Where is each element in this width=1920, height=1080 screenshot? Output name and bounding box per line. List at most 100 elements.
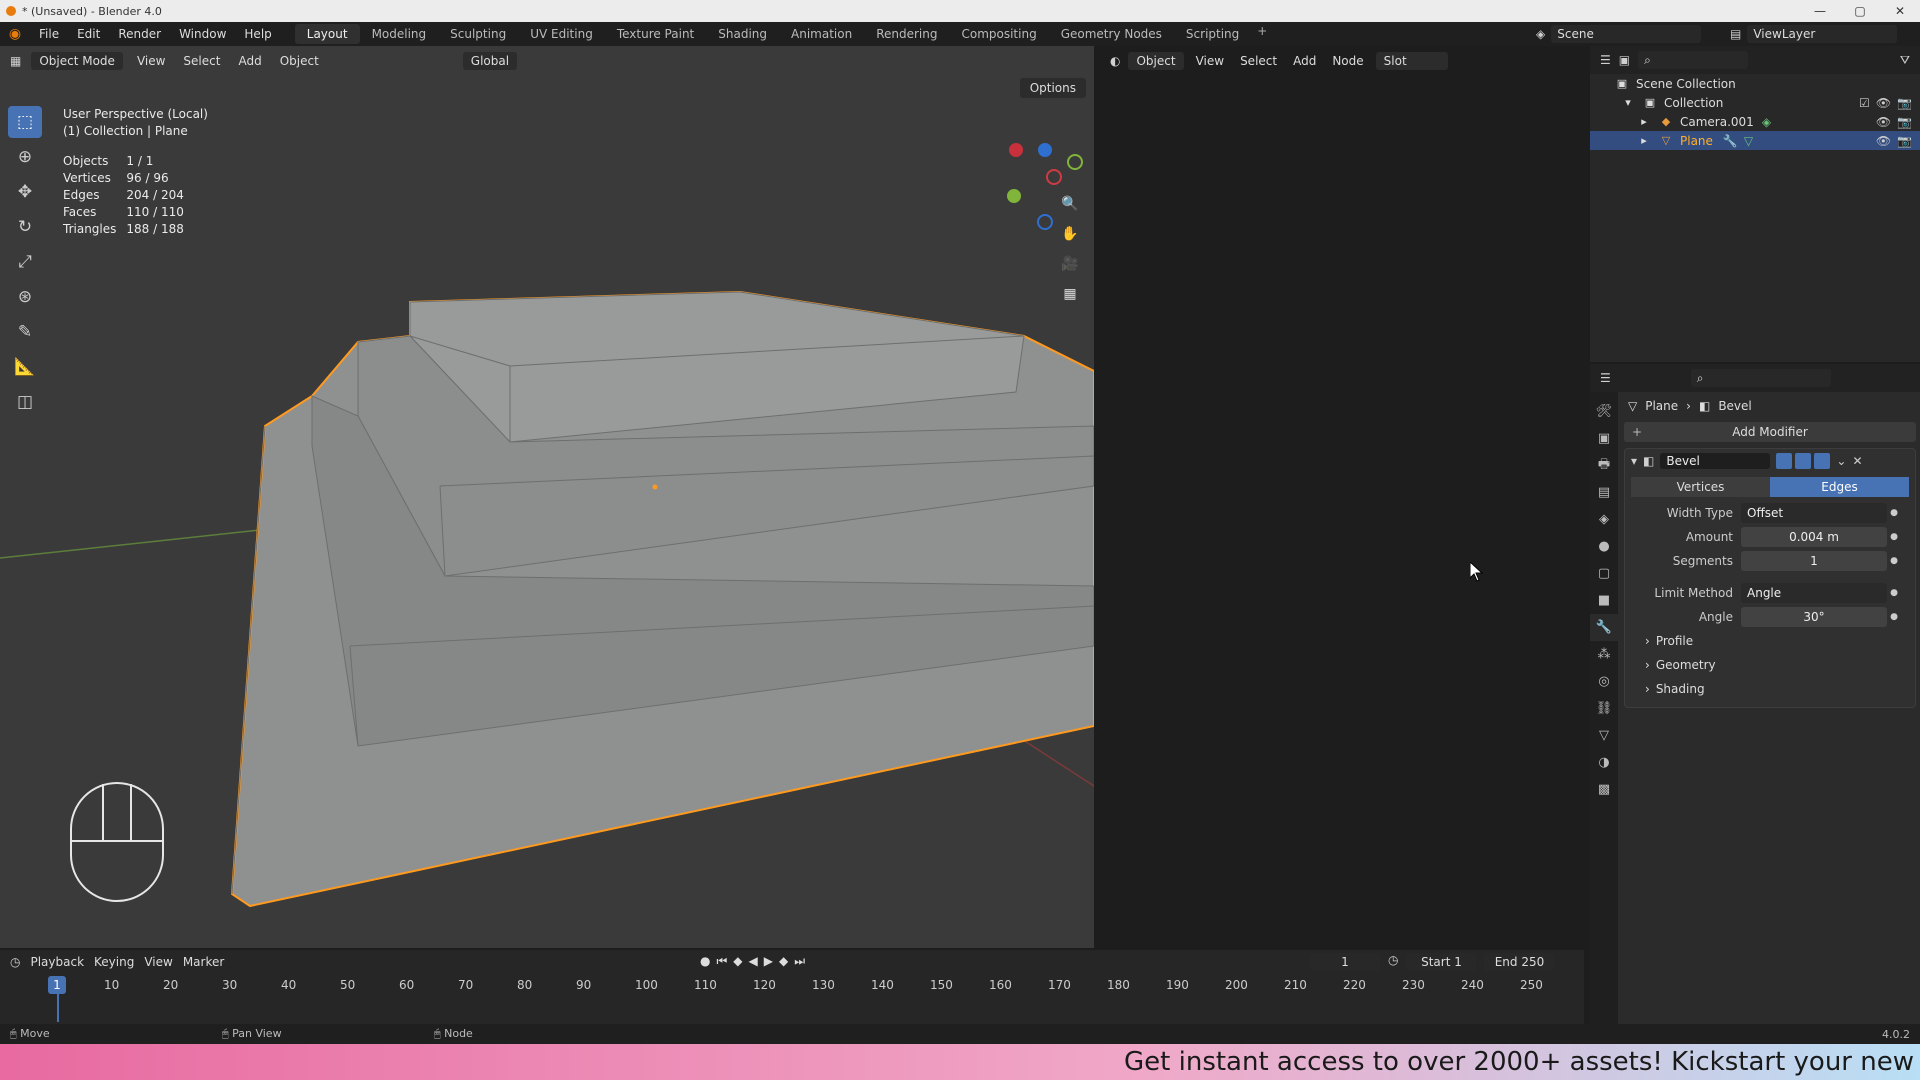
collapse-chevron-icon[interactable]: ▾ <box>1631 454 1637 468</box>
camera-view-icon[interactable]: 🎥 <box>1058 252 1082 276</box>
texture-tab-icon[interactable]: ▩ <box>1590 776 1618 803</box>
orientation-dropdown[interactable]: Global <box>462 52 518 70</box>
start-frame-field[interactable]: Start 1 <box>1406 953 1477 971</box>
prev-keyframe-icon[interactable]: ◆ <box>733 954 742 969</box>
tab-compositing[interactable]: Compositing <box>949 24 1048 44</box>
geometry-subpanel[interactable]: › Geometry <box>1625 653 1915 677</box>
material-tab-icon[interactable]: ◑ <box>1590 749 1618 776</box>
amount-field[interactable]: 0.004 m <box>1741 527 1887 547</box>
blender-menu-icon[interactable]: ◉ <box>0 26 30 42</box>
keyframe-dot-icon[interactable]: ● <box>1887 508 1901 518</box>
next-keyframe-icon[interactable]: ◆ <box>779 954 788 969</box>
end-frame-field[interactable]: End 250 <box>1484 953 1555 971</box>
minimize-button[interactable]: — <box>1800 0 1840 22</box>
timeline[interactable]: ◷ Playback Keying View Marker ● ⏮ ◆ ◀ ▶ … <box>0 950 1584 1024</box>
output-tab-icon[interactable]: 🖶 <box>1590 452 1618 479</box>
move-icon[interactable]: ✥ <box>8 176 42 208</box>
constraints-tab-icon[interactable]: ⛓ <box>1590 695 1618 722</box>
viewport-menu-add[interactable]: Add <box>234 54 265 68</box>
checkbox-icon[interactable]: ☑ <box>1859 96 1870 110</box>
rotate-icon[interactable]: ↻ <box>8 211 42 243</box>
filter-icon[interactable]: ⛛ <box>1900 53 1910 68</box>
eye-icon[interactable]: 👁 <box>1876 96 1891 110</box>
timeline-type-icon[interactable]: ◷ <box>10 955 20 969</box>
keyframe-dot-icon[interactable]: ● <box>1887 588 1901 598</box>
viewport-menu-object[interactable]: Object <box>276 54 323 68</box>
outliner-row[interactable]: ▾ ▣ Collection ☑ 👁 📷 <box>1590 93 1920 112</box>
view-layer-tab-icon[interactable]: ▤ <box>1590 479 1618 506</box>
preview-range-icon[interactable]: ◷ <box>1388 953 1398 971</box>
record-icon[interactable]: ● <box>700 954 710 969</box>
node-menu-view[interactable]: View <box>1192 54 1228 68</box>
tab-scripting[interactable]: Scripting <box>1174 24 1251 44</box>
play-reverse-icon[interactable]: ◀ <box>749 954 758 969</box>
object-type-dropdown[interactable]: Object <box>1128 52 1184 70</box>
object-tab-icon[interactable]: ■ <box>1590 587 1618 614</box>
node-editor-type-icon[interactable]: ◐ <box>1110 54 1120 68</box>
measure-icon[interactable]: 📐 <box>8 351 42 383</box>
edit-mode-toggle-icon[interactable] <box>1776 453 1793 469</box>
menu-edit[interactable]: Edit <box>68 27 109 41</box>
render-camera-icon[interactable]: 📷 <box>1897 96 1912 110</box>
tab-layout[interactable]: Layout <box>294 24 360 44</box>
add-workspace-icon[interactable]: + <box>1251 24 1273 44</box>
particles-tab-icon[interactable]: ⁂ <box>1590 641 1618 668</box>
modifier-tab-icon[interactable]: 🔧 <box>1590 614 1618 641</box>
limit-method-dropdown[interactable]: Angle <box>1741 583 1887 603</box>
slot-dropdown[interactable]: Slot <box>1375 52 1448 70</box>
render-tab-icon[interactable]: ▣ <box>1590 425 1618 452</box>
keyframe-dot-icon[interactable]: ● <box>1887 532 1901 542</box>
editor-type-icon[interactable]: ▦ <box>10 54 21 68</box>
profile-subpanel[interactable]: › Profile <box>1625 629 1915 653</box>
viewport-menu-select[interactable]: Select <box>179 54 224 68</box>
maximize-button[interactable]: ▢ <box>1840 0 1880 22</box>
object-mode-dropdown[interactable]: Object Mode <box>31 52 123 70</box>
tab-uv-editing[interactable]: UV Editing <box>518 24 605 44</box>
transform-icon[interactable]: ⊛ <box>8 281 42 313</box>
jump-start-icon[interactable]: ⏮ <box>716 954 727 969</box>
eye-icon[interactable]: 👁 <box>1876 115 1891 129</box>
outliner-type-icon[interactable]: ☰ <box>1600 53 1611 67</box>
properties-search-input[interactable]: ⌕ <box>1690 369 1831 387</box>
play-icon[interactable]: ▶ <box>764 954 773 969</box>
menu-help[interactable]: Help <box>235 27 280 41</box>
node-menu-node[interactable]: Node <box>1328 54 1367 68</box>
menu-view[interactable]: View <box>144 955 172 969</box>
annotate-icon[interactable]: ✎ <box>8 316 42 348</box>
scene-tab-icon[interactable]: ◈ <box>1590 506 1618 533</box>
segments-field[interactable]: 1 <box>1741 551 1887 571</box>
options-dropdown[interactable]: Options <box>1019 78 1086 98</box>
add-modifier-button[interactable]: + Add Modifier <box>1624 422 1916 442</box>
viewport-toggle-icon[interactable] <box>1795 453 1812 469</box>
keyframe-dot-icon[interactable]: ● <box>1887 556 1901 566</box>
playhead[interactable]: 1 <box>48 976 66 994</box>
vertices-toggle[interactable]: Vertices <box>1631 477 1770 497</box>
tool-tab-icon[interactable]: 🛠 <box>1590 398 1618 425</box>
grid-view-icon[interactable]: ▦ <box>1058 282 1082 306</box>
eye-icon[interactable]: 👁 <box>1876 134 1891 148</box>
remove-modifier-icon[interactable]: ✕ <box>1852 454 1862 468</box>
outliner-search-input[interactable]: ⌕ <box>1638 51 1749 69</box>
shading-subpanel[interactable]: › Shading <box>1625 677 1915 701</box>
modifier-name-field[interactable]: Bevel <box>1660 453 1771 469</box>
width-type-dropdown[interactable]: Offset <box>1741 503 1887 523</box>
scale-icon[interactable]: ⤢ <box>8 246 42 278</box>
render-camera-icon[interactable]: 📷 <box>1897 115 1912 129</box>
outliner-row-selected[interactable]: ▸ ▽ Plane 🔧 ▽ 👁 📷 <box>1590 131 1920 150</box>
pan-hand-icon[interactable]: ✋ <box>1058 222 1082 246</box>
tab-sculpting[interactable]: Sculpting <box>438 24 518 44</box>
menu-marker[interactable]: Marker <box>183 955 224 969</box>
menu-file[interactable]: File <box>30 27 68 41</box>
menu-render[interactable]: Render <box>109 27 170 41</box>
outliner-row[interactable]: ▸ ◆ Camera.001 ◈ 👁 📷 <box>1590 112 1920 131</box>
world-tab-icon[interactable]: ● <box>1590 533 1618 560</box>
view-layer-field[interactable]: ViewLayer <box>1747 25 1898 43</box>
node-menu-add[interactable]: Add <box>1289 54 1320 68</box>
tab-modeling[interactable]: Modeling <box>360 24 439 44</box>
angle-field[interactable]: 30° <box>1741 607 1887 627</box>
current-frame-field[interactable]: 1 <box>1310 953 1380 971</box>
3d-viewport[interactable]: ▦ Object Mode View Select Add Object Glo… <box>0 46 1094 948</box>
keyframe-dot-icon[interactable]: ● <box>1887 612 1901 622</box>
scene-field[interactable]: Scene <box>1551 25 1702 43</box>
edges-toggle[interactable]: Edges <box>1770 477 1909 497</box>
